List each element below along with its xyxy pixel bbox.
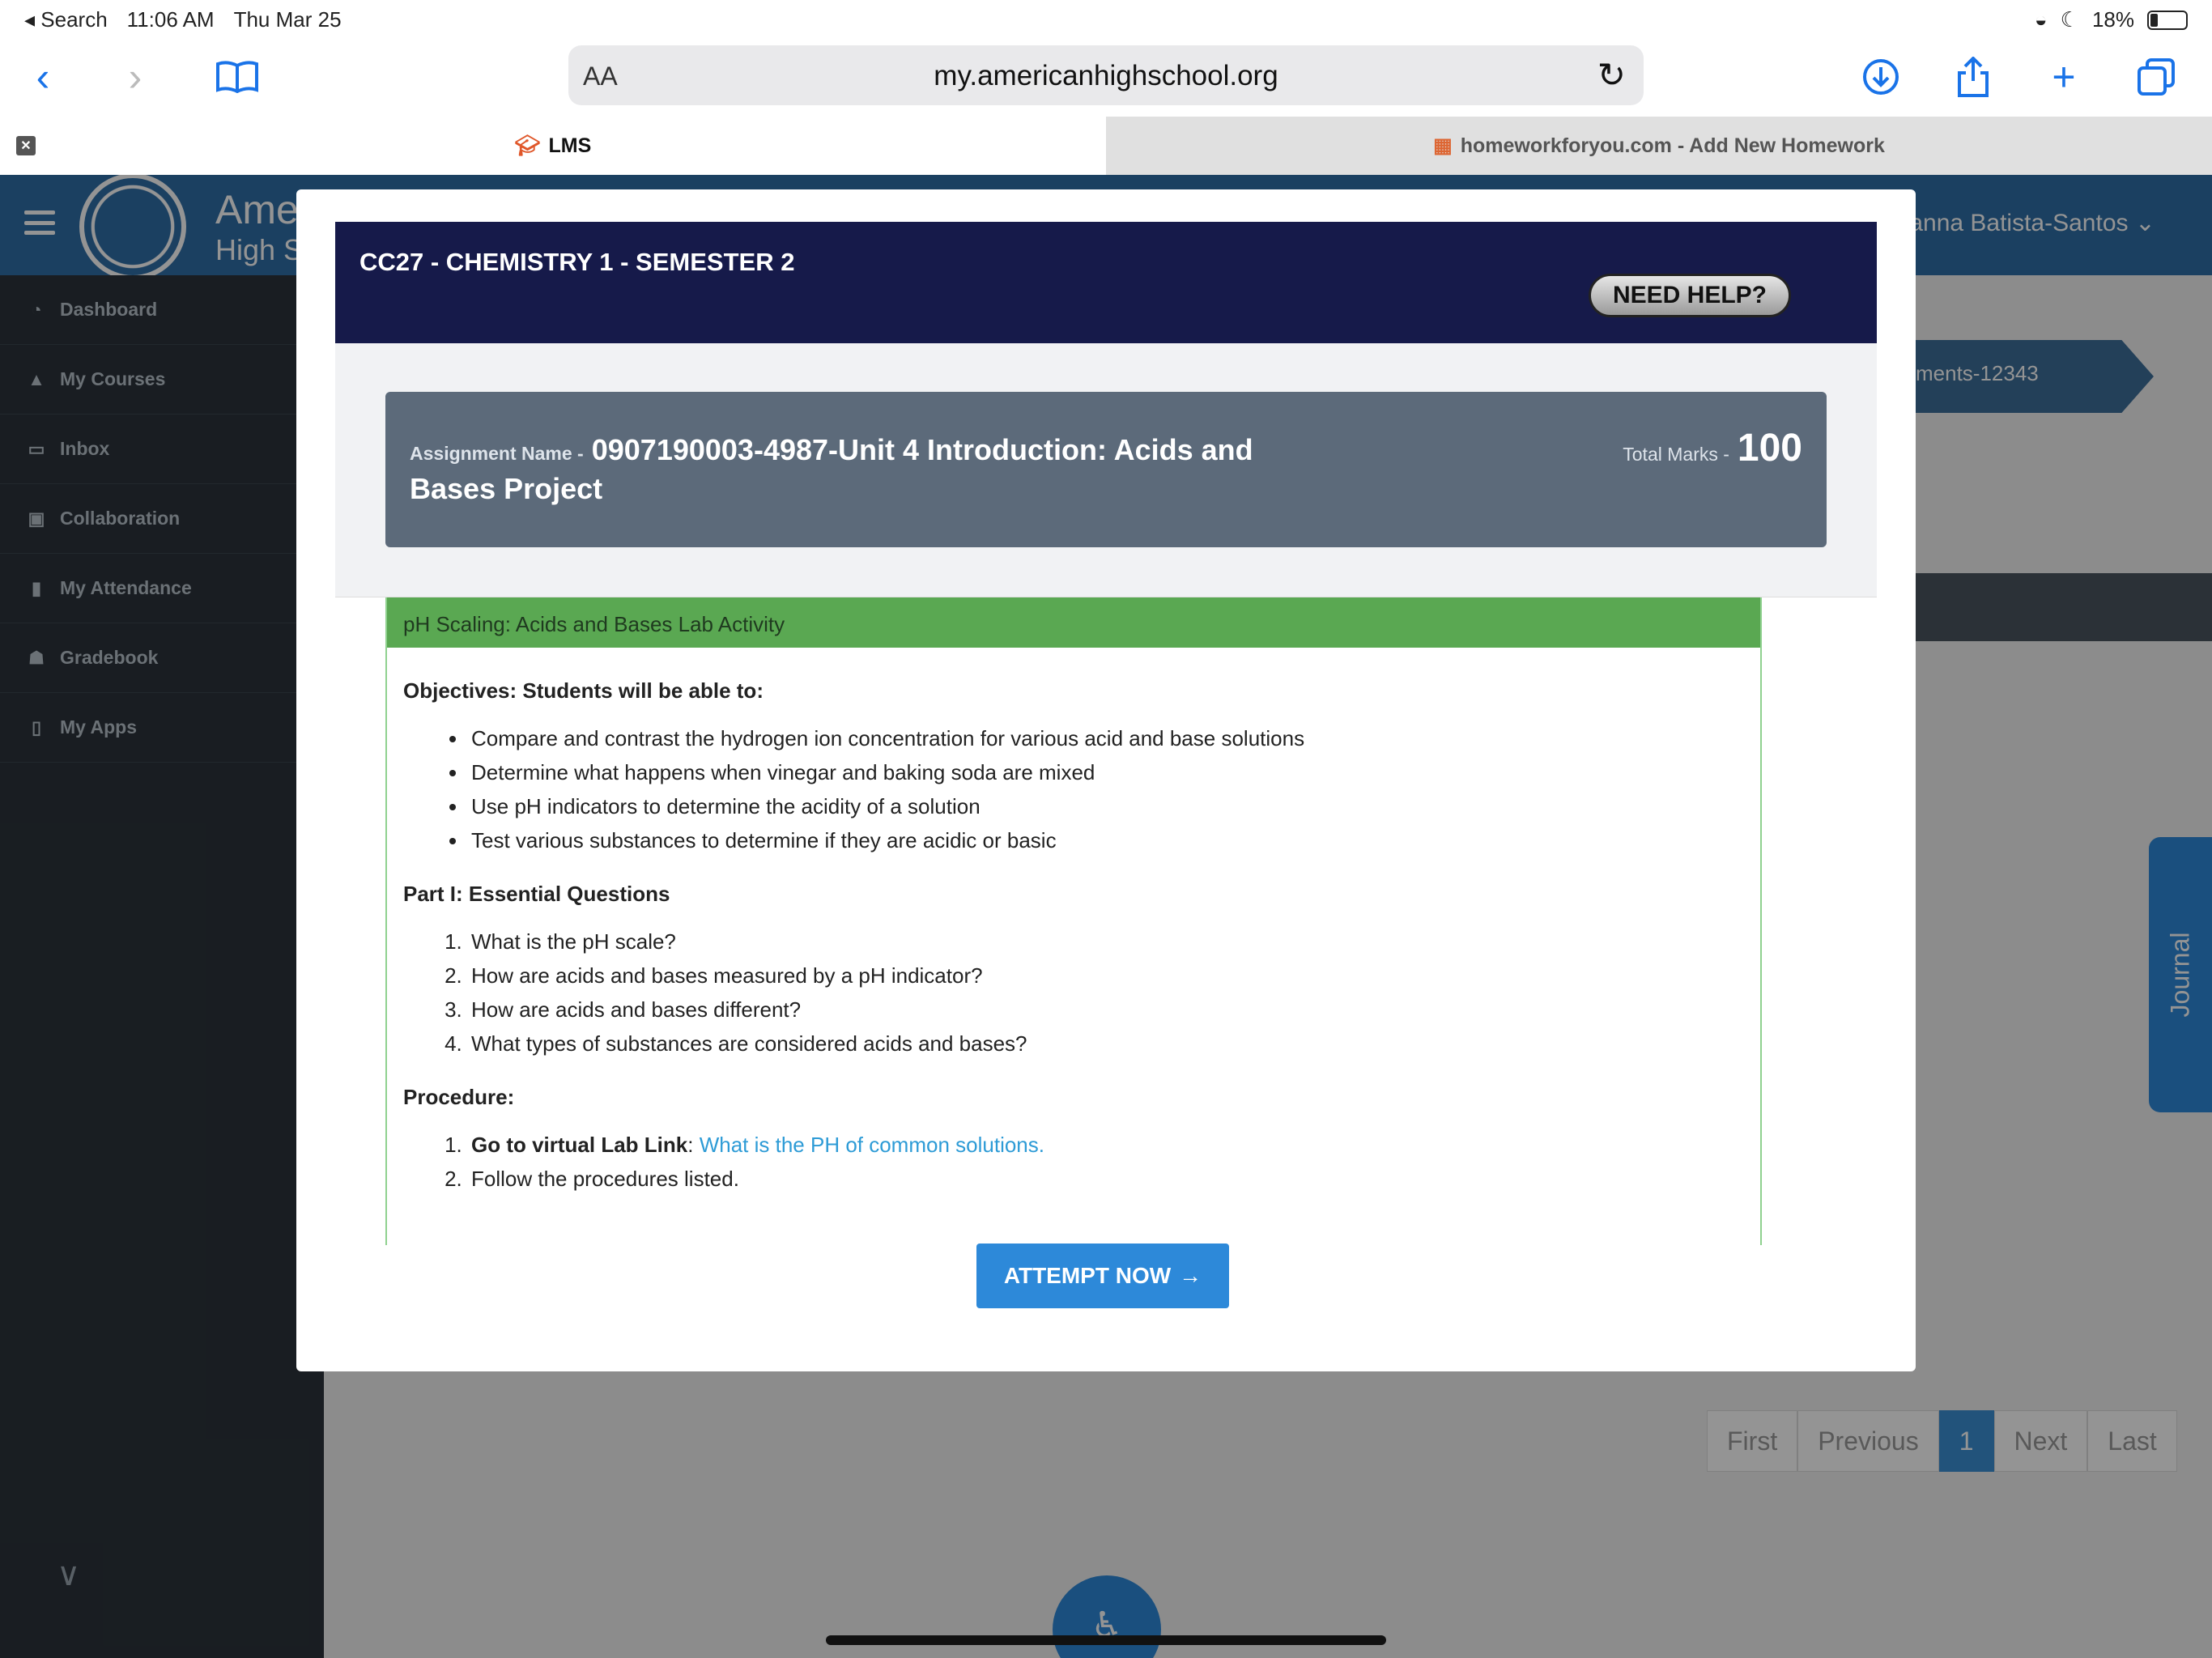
objectives-list: Compare and contrast the hydrogen ion co… bbox=[468, 721, 1744, 857]
home-indicator[interactable] bbox=[826, 1635, 1386, 1645]
list-item: Follow the procedures listed. bbox=[468, 1162, 1744, 1196]
virtual-lab-link[interactable]: What is the PH of common solutions. bbox=[700, 1133, 1044, 1157]
procedure-list: Go to virtual Lab Link: What is the PH o… bbox=[468, 1128, 1744, 1196]
tabs-overview-icon[interactable] bbox=[2128, 49, 2184, 105]
procedure-step-separator: : bbox=[687, 1133, 700, 1157]
forward-icon[interactable]: › bbox=[107, 49, 164, 105]
wifi-icon: ◒ bbox=[2034, 7, 2048, 32]
arrow-right-icon: → bbox=[1179, 1263, 1202, 1288]
list-item: Test various substances to determine if … bbox=[468, 823, 1744, 857]
total-marks-value: 100 bbox=[1737, 427, 1802, 470]
assignment-name: Assignment Name - 0907190003-4987-Unit 4… bbox=[410, 432, 1341, 507]
graduation-cap-icon: 🎓︎ bbox=[514, 134, 541, 157]
reload-icon[interactable]: ↻ bbox=[1597, 55, 1626, 95]
need-help-button[interactable]: NEED HELP? bbox=[1589, 274, 1791, 317]
content-title: pH Scaling: Acids and Bases Lab Activity bbox=[387, 597, 1760, 648]
browser-toolbar: ‹ › AA my.americanhighschool.org ↻ + bbox=[0, 39, 2212, 117]
status-date: Thu Mar 25 bbox=[233, 7, 342, 32]
close-icon[interactable]: ✕ bbox=[1874, 269, 1902, 308]
assignment-modal: CC27 - CHEMISTRY 1 - SEMESTER 2 NEED HEL… bbox=[296, 189, 1916, 1371]
course-title: CC27 - CHEMISTRY 1 - SEMESTER 2 bbox=[359, 248, 795, 276]
assignment-summary: Assignment Name - 0907190003-4987-Unit 4… bbox=[335, 343, 1877, 597]
url-text[interactable]: my.americanhighschool.org bbox=[568, 60, 1644, 92]
tab-label: homeworkforyou.com - Add New Homework bbox=[1460, 134, 1885, 157]
list-item: Go to virtual Lab Link: What is the PH o… bbox=[468, 1128, 1744, 1162]
download-icon[interactable] bbox=[1853, 49, 1909, 105]
list-item: Determine what happens when vinegar and … bbox=[468, 755, 1744, 789]
tab-label: LMS bbox=[548, 134, 592, 157]
assignment-info-box: Assignment Name - 0907190003-4987-Unit 4… bbox=[385, 392, 1827, 547]
address-bar[interactable]: AA my.americanhighschool.org ↻ bbox=[568, 45, 1644, 105]
part1-heading: Part I: Essential Questions bbox=[403, 882, 670, 906]
objectives-heading: Objectives: Students will be able to: bbox=[403, 678, 764, 703]
bookmarks-icon[interactable] bbox=[209, 49, 266, 105]
status-bar: ◂ Search 11:06 AM Thu Mar 25 ◒ ☾ 18% bbox=[0, 0, 2212, 39]
tab-lms[interactable]: ✕ 🎓︎ LMS bbox=[0, 117, 1106, 175]
assignment-name-label: Assignment Name - bbox=[410, 443, 584, 464]
total-marks: Total Marks - 100 bbox=[1623, 426, 1802, 470]
list-item: How are acids and bases measured by a pH… bbox=[468, 959, 1744, 993]
share-icon[interactable] bbox=[1945, 49, 2001, 105]
tab-homeworkforyou[interactable]: ▦ homeworkforyou.com - Add New Homework bbox=[1106, 117, 2212, 175]
attempt-now-button[interactable]: ATTEMPT NOW → bbox=[976, 1244, 1229, 1308]
list-item: What types of substances are considered … bbox=[468, 1027, 1744, 1061]
moon-icon: ☾ bbox=[2060, 7, 2079, 32]
procedure-step-label: Go to virtual Lab Link bbox=[471, 1133, 688, 1157]
list-item: What is the pH scale? bbox=[468, 925, 1744, 959]
assignment-content[interactable]: pH Scaling: Acids and Bases Lab Activity… bbox=[385, 597, 1762, 1245]
back-icon[interactable]: ‹ bbox=[15, 49, 71, 105]
favicon-icon: ▦ bbox=[1433, 134, 1453, 157]
back-to-search[interactable]: ◂ Search bbox=[24, 7, 108, 32]
questions-list: What is the pH scale? How are acids and … bbox=[468, 925, 1744, 1061]
procedure-heading: Procedure: bbox=[403, 1085, 515, 1109]
close-tab-icon[interactable]: ✕ bbox=[16, 136, 36, 155]
battery-icon bbox=[2147, 10, 2188, 30]
browser-tabs: ✕ 🎓︎ LMS ▦ homeworkforyou.com - Add New … bbox=[0, 117, 2212, 175]
battery-percent: 18% bbox=[2091, 7, 2134, 32]
content-body: Objectives: Students will be able to: Co… bbox=[387, 648, 1760, 1239]
list-item: How are acids and bases different? bbox=[468, 993, 1744, 1027]
list-item: Use pH indicators to determine the acidi… bbox=[468, 789, 1744, 823]
total-marks-label: Total Marks - bbox=[1623, 444, 1729, 465]
new-tab-icon[interactable]: + bbox=[2035, 49, 2092, 105]
status-time: 11:06 AM bbox=[126, 7, 215, 32]
list-item: Compare and contrast the hydrogen ion co… bbox=[468, 721, 1744, 755]
modal-header: CC27 - CHEMISTRY 1 - SEMESTER 2 NEED HEL… bbox=[335, 222, 1902, 343]
